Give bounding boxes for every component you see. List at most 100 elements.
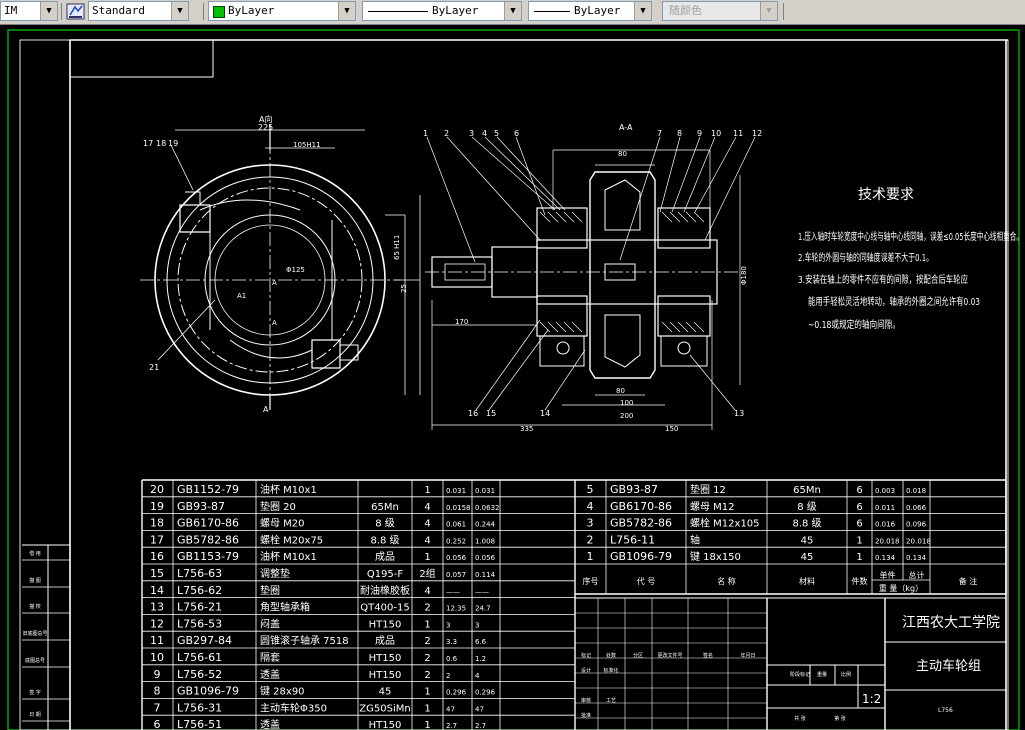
title-block-label: 重量 bbox=[817, 671, 827, 678]
toolbar-separator bbox=[61, 3, 62, 20]
dim-a2: A bbox=[272, 279, 277, 287]
scale-value: 1:2 bbox=[862, 692, 881, 706]
bom-row-qty: 2 bbox=[424, 653, 430, 664]
bom-row-name: 螺栓 M12x105 bbox=[690, 517, 760, 530]
callout-4: 4 bbox=[482, 129, 487, 138]
dimstyle-dropdown[interactable]: IM ▼ bbox=[0, 1, 58, 21]
title-block-label: 分区 bbox=[633, 652, 643, 659]
callout-11: 11 bbox=[733, 129, 743, 138]
bom-row-no: 19 bbox=[150, 500, 164, 513]
bom-row-weight-total: 3 bbox=[475, 621, 479, 629]
dim-a3: A bbox=[272, 319, 277, 327]
bom-row-no: 3 bbox=[587, 517, 594, 530]
bom-row-weight-total: 2.7 bbox=[475, 722, 486, 730]
bom-row-weight-unit: 0.057 bbox=[446, 571, 466, 579]
bom-row-weight-unit: 0.296 bbox=[446, 689, 467, 697]
bom-row-code: GB6170-86 bbox=[177, 517, 239, 530]
color-dropdown[interactable]: ByLayer ▼ bbox=[208, 1, 356, 21]
title-block-label: 工艺 bbox=[606, 698, 616, 704]
bom-row-weight-unit: 20.018 bbox=[875, 537, 900, 545]
callout-5: 5 bbox=[494, 129, 499, 138]
title-block-label: 设计 bbox=[581, 667, 591, 674]
bom-table-right: 5 GB93-87 垫圈 12 65Mn 6 0.003 0.018 4 GB6170-86 螺母… bbox=[574, 479, 1007, 595]
chevron-down-icon[interactable]: ▼ bbox=[171, 2, 188, 20]
bom-row-code: L756-53 bbox=[177, 617, 222, 630]
bom-table-left: 20 GB1152-79 油杯 M10x1 1 0.031 0.03119 GB93-87 垫… bbox=[141, 479, 576, 730]
dim-335: 335 bbox=[520, 425, 533, 433]
bom-row-no: 8 bbox=[154, 685, 161, 698]
side-strip: 借 用描 图描 校旧底图总号底图总号签 字日 期 bbox=[22, 544, 70, 730]
chevron-down-icon[interactable]: ▼ bbox=[338, 2, 355, 20]
bom-header-qty: 件数 bbox=[852, 576, 868, 586]
bom-row-weight-total: 0.0632 bbox=[475, 504, 500, 512]
bom-row-name: 调整垫 bbox=[260, 567, 290, 580]
bom-row-name: 隔套 bbox=[260, 651, 280, 664]
bom-row-weight-total: 4 bbox=[475, 672, 480, 680]
lineweight-dropdown[interactable]: ByLayer ▼ bbox=[528, 1, 652, 21]
bom-row-material: HT150 bbox=[369, 619, 402, 630]
bom-row-no: 12 bbox=[150, 617, 164, 630]
bom-row-no: 5 bbox=[587, 483, 594, 496]
bom-row-qty: 2 bbox=[424, 603, 430, 614]
dim-105: 105H11 bbox=[293, 141, 321, 149]
bom-row-material: 8 级 bbox=[797, 501, 817, 513]
bom-row-name: 油杯 M10x1 bbox=[260, 550, 317, 563]
bom-row-code: L756-51 bbox=[177, 718, 222, 730]
text-style-icon[interactable] bbox=[66, 2, 86, 21]
bom-row-weight-total: 0.244 bbox=[475, 521, 496, 529]
bom-row-material: 8 级 bbox=[375, 518, 395, 530]
dim-25: 25 bbox=[400, 284, 408, 293]
chevron-down-icon[interactable]: ▼ bbox=[40, 2, 57, 20]
tech-title: 技术要求 bbox=[858, 187, 914, 203]
bom-row-material: QT400-15 bbox=[360, 603, 409, 614]
side-strip-label: 日 期 bbox=[29, 712, 41, 718]
bom-row-qty: 2 bbox=[424, 636, 430, 647]
bom-row-name: 透盖 bbox=[260, 668, 280, 681]
bom-row-name: 垫圈 12 bbox=[690, 483, 726, 496]
bom-row-weight-unit: 2.7 bbox=[446, 722, 457, 730]
side-strip-label: 旧底图总号 bbox=[22, 630, 47, 637]
callout-3: 3 bbox=[469, 129, 474, 138]
section-a-a bbox=[425, 136, 756, 430]
bom-row-no: 15 bbox=[150, 567, 164, 580]
bom-row-qty: 1 bbox=[424, 552, 430, 563]
dim-80: 80 bbox=[616, 387, 625, 395]
dim-100-top: 80 bbox=[618, 150, 627, 158]
bom-row-code: GB5782-86 bbox=[177, 533, 239, 546]
linetype-dropdown[interactable]: ByLayer ▼ bbox=[362, 1, 522, 21]
chevron-down-icon[interactable]: ▼ bbox=[634, 2, 651, 20]
bom-row-no: 11 bbox=[150, 634, 164, 647]
bom-row-weight-total: 0.114 bbox=[475, 571, 496, 579]
bom-row-weight-total: 24.7 bbox=[475, 605, 491, 613]
bom-row-weight-unit: 0.003 bbox=[875, 487, 895, 495]
bom-row-weight-unit: 0.061 bbox=[446, 521, 466, 529]
bom-row-weight-unit: 0.056 bbox=[446, 554, 467, 562]
chevron-down-icon[interactable]: ▼ bbox=[504, 2, 521, 20]
cad-drawing-canvas[interactable]: 借 用描 图描 校旧底图总号底图总号签 字日 期 A向 225 105H11 6… bbox=[0, 24, 1025, 730]
bom-row-code: GB93-87 bbox=[610, 483, 658, 496]
bom-row-weight-total: 0.018 bbox=[906, 487, 926, 495]
bom-row-no: 2 bbox=[587, 533, 594, 546]
textstyle-dropdown[interactable]: Standard ▼ bbox=[88, 1, 189, 21]
toolbar-separator bbox=[203, 3, 204, 20]
bom-row-material: 8.8 级 bbox=[370, 534, 399, 546]
bom-row-material: ZG50SiMn bbox=[359, 703, 410, 714]
bom-row-name: 轴 bbox=[690, 533, 700, 546]
bom-row-code: GB1152-79 bbox=[177, 483, 239, 496]
tech-line-3: 3.安装在轴上的零件不应有的间隙，按配合后车轮应 bbox=[798, 273, 968, 286]
bom-row-no: 1 bbox=[587, 550, 594, 563]
callout-12: 12 bbox=[752, 129, 762, 138]
bom-row-code: L756-11 bbox=[610, 533, 655, 546]
bom-row-name: 油杯 M10x1 bbox=[260, 483, 317, 496]
bom-row-weight-total: 6.6 bbox=[475, 638, 487, 646]
title-block-label: 处数 bbox=[606, 652, 616, 659]
title-block-label: 第 张 bbox=[834, 715, 846, 722]
side-strip-label: 借 用 bbox=[29, 550, 41, 557]
bom-header-material: 材料 bbox=[799, 576, 815, 586]
bom-row-code: L756-63 bbox=[177, 567, 222, 580]
view-a-wheel bbox=[140, 125, 421, 410]
dim-phi180: Φ180 bbox=[740, 266, 748, 285]
toolbar-separator bbox=[783, 3, 784, 20]
bom-row-code: GB1096-79 bbox=[177, 685, 239, 698]
drawing-name: 主动车轮组 bbox=[916, 658, 981, 674]
